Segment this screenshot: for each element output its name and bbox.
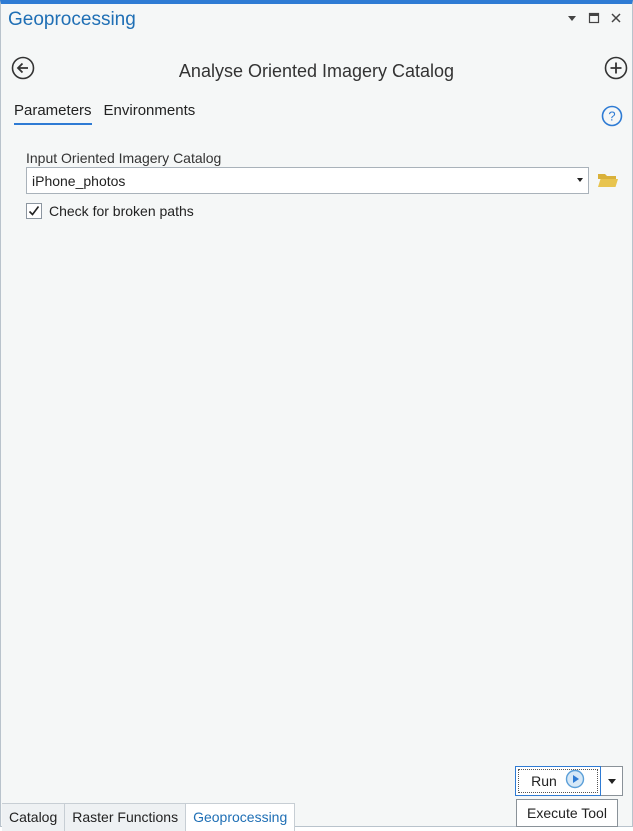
window-controls (564, 10, 624, 26)
tool-title: Analyse Oriented Imagery Catalog (178, 61, 455, 81)
check-broken-paths-label: Check for broken paths (49, 203, 194, 219)
input-catalog-combobox[interactable]: iPhone_photos (26, 167, 589, 194)
check-broken-paths-checkbox[interactable] (26, 203, 42, 219)
run-button-group: Run (515, 766, 623, 796)
chevron-down-icon[interactable] (577, 178, 583, 182)
run-label: Run (531, 773, 557, 789)
run-options-dropdown[interactable] (601, 766, 623, 796)
chevron-down-icon (607, 779, 616, 784)
tool-header: Analyse Oriented Imagery Catalog (1, 48, 632, 88)
tab-environments[interactable]: Environments (104, 102, 196, 125)
tab-parameters[interactable]: Parameters (14, 102, 92, 125)
input-catalog-label: Input Oriented Imagery Catalog (26, 150, 222, 166)
check-broken-paths-row: Check for broken paths (26, 203, 194, 219)
play-icon (565, 769, 585, 794)
maximize-icon[interactable] (586, 10, 602, 26)
geoprocessing-pane: Geoprocessing Analyse Oriented Imagery C… (0, 0, 633, 831)
run-tooltip: Execute Tool (516, 799, 618, 827)
help-icon[interactable]: ? (601, 105, 623, 127)
close-icon[interactable] (608, 10, 624, 26)
run-button[interactable]: Run (515, 766, 601, 796)
folder-open-icon[interactable] (597, 171, 619, 189)
tool-tabs: Parameters Environments (14, 102, 195, 125)
menu-dropdown-icon[interactable] (564, 10, 580, 26)
svg-text:?: ? (608, 109, 615, 124)
pane-title-bar: Geoprocessing (1, 4, 632, 36)
add-circle-icon[interactable] (604, 56, 628, 80)
input-catalog-value: iPhone_photos (32, 173, 126, 189)
pane-title: Geoprocessing (8, 9, 136, 30)
